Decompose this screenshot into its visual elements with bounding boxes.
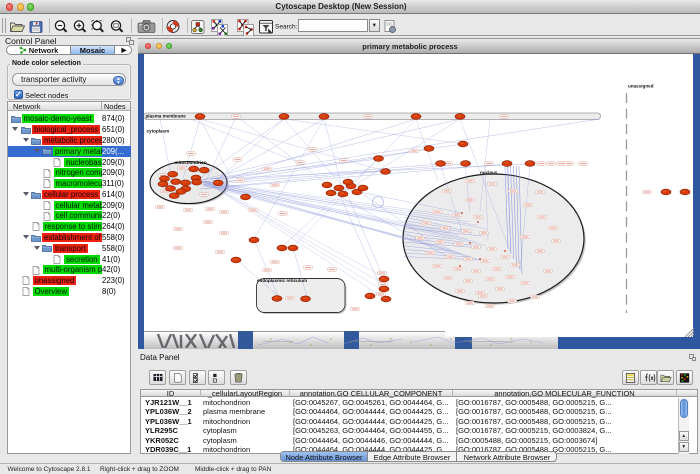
svg-text:unassigned: unassigned — [628, 83, 654, 88]
svg-text:nucleus: nucleus — [480, 170, 498, 175]
svg-text:mitochondrion: mitochondrion — [175, 160, 207, 165]
svg-text:cytoplasm: cytoplasm — [147, 128, 170, 133]
svg-text:endoplasmic reticulum: endoplasmic reticulum — [257, 277, 307, 282]
svg-text:Search:: Search: — [275, 24, 298, 31]
svg-text:plasma membrane: plasma membrane — [146, 113, 187, 118]
